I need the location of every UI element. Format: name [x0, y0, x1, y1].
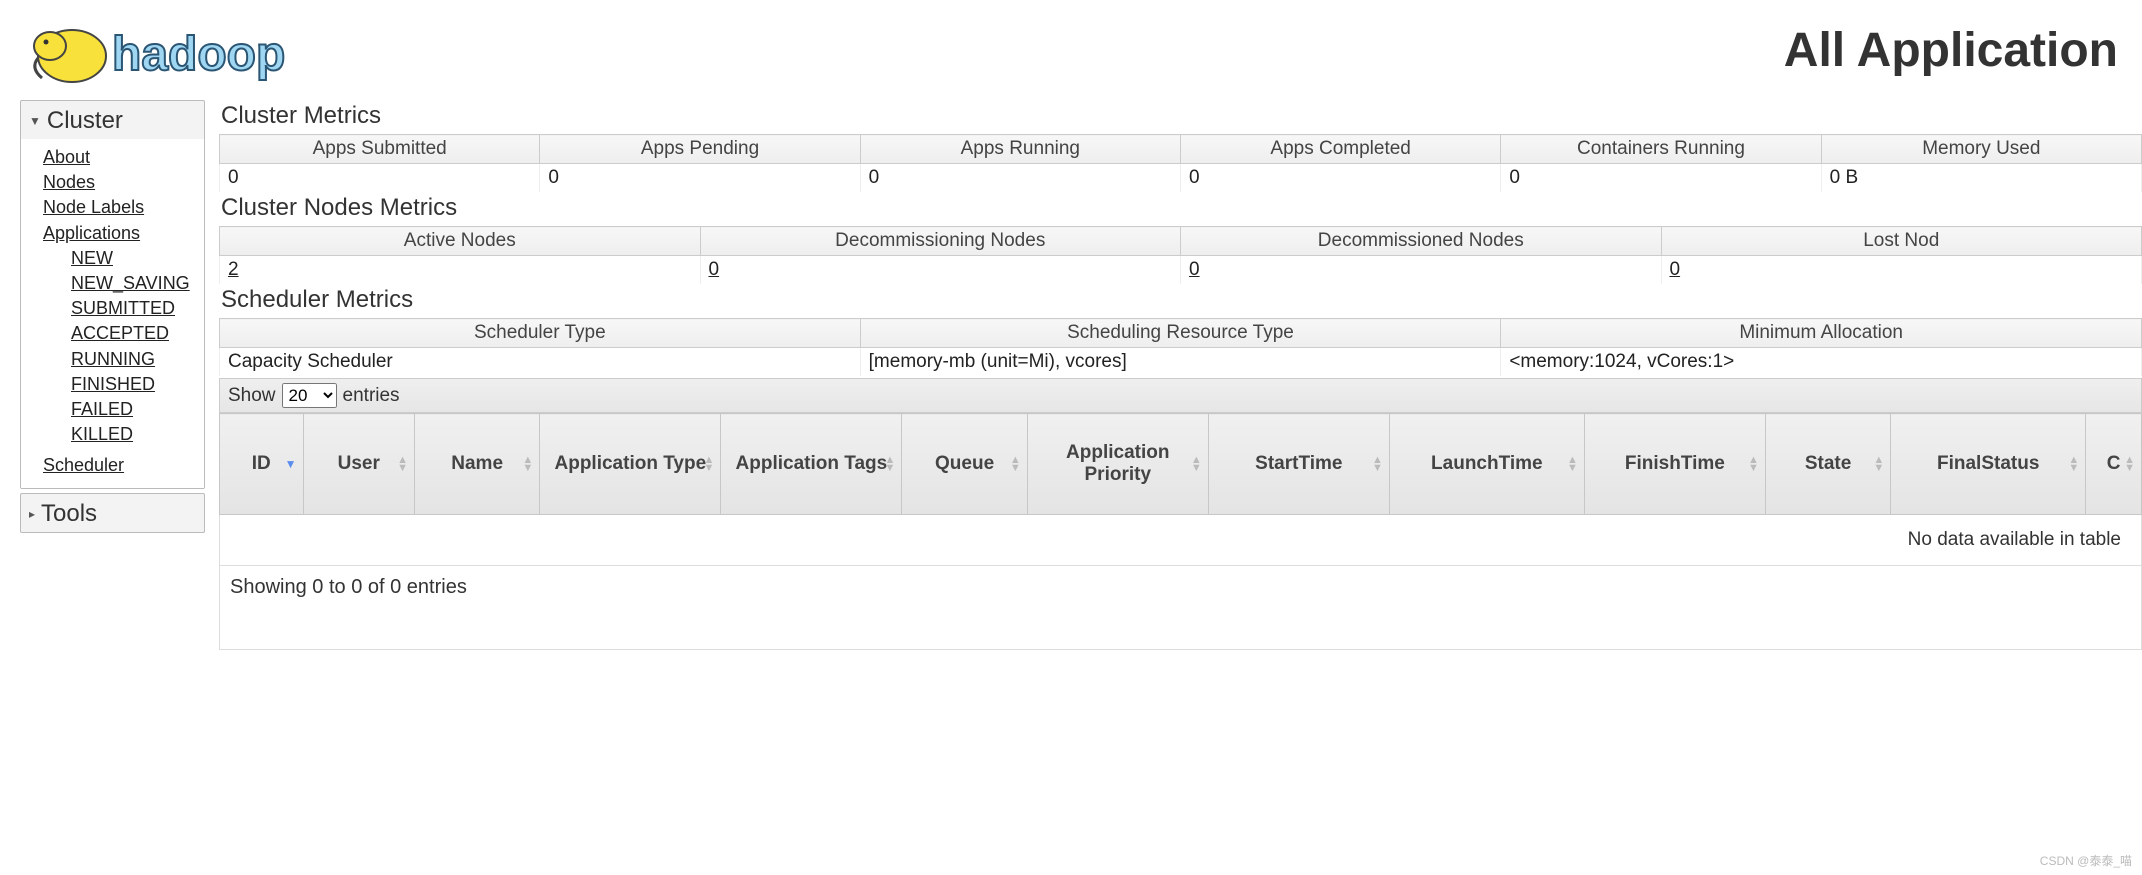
sort-both-icon: ▲▼	[1567, 456, 1578, 472]
sidebar-link-applications[interactable]: Applications	[43, 221, 204, 246]
metrics-col-header: Containers Running	[1501, 135, 1821, 164]
page-title: All Application	[350, 23, 2122, 78]
sidebar-link-nodes[interactable]: Nodes	[43, 170, 204, 195]
metrics-col-header: Apps Submitted	[220, 135, 540, 164]
dt-col-header[interactable]: Application Priority▲▼	[1027, 414, 1208, 515]
metrics-link[interactable]: 2	[228, 259, 239, 280]
metrics-col-header: Apps Pending	[540, 135, 860, 164]
dt-length-prefix: Show	[228, 385, 276, 407]
dt-col-header[interactable]: ID▼	[220, 414, 304, 515]
section-title-scheduler: Scheduler Metrics	[221, 286, 2142, 314]
sidebar-section-label: Tools	[41, 500, 97, 528]
sidebar-section-tools[interactable]: ▸ Tools	[21, 494, 204, 532]
metrics-col-header: Lost Nod	[1661, 227, 2142, 256]
sidebar-section-cluster[interactable]: ▼ Cluster	[21, 101, 204, 139]
sort-both-icon: ▲▼	[1873, 456, 1884, 472]
metrics-cell: 0	[1661, 256, 2142, 285]
sort-both-icon: ▲▼	[1010, 456, 1021, 472]
scheduler-metrics-table: Scheduler TypeScheduling Resource TypeMi…	[219, 318, 2142, 376]
dt-col-header[interactable]: C▲▼	[2086, 414, 2142, 515]
sidebar-link-appstate[interactable]: ACCEPTED	[71, 321, 204, 346]
sort-both-icon: ▲▼	[1748, 456, 1759, 472]
sidebar-link-node-labels[interactable]: Node Labels	[43, 195, 204, 220]
metrics-col-header: Decommissioned Nodes	[1181, 227, 1662, 256]
section-title-cluster-nodes: Cluster Nodes Metrics	[221, 194, 2142, 222]
dt-col-header[interactable]: LaunchTime▲▼	[1389, 414, 1584, 515]
hadoop-logo: hadoop	[20, 10, 350, 90]
svg-text:hadoop: hadoop	[112, 28, 285, 81]
metrics-cell: 0	[220, 164, 540, 193]
metrics-col-header: Active Nodes	[220, 227, 701, 256]
metrics-cell: 0 B	[1821, 164, 2141, 193]
caret-right-icon: ▸	[29, 507, 35, 521]
metrics-col-header: Memory Used	[1821, 135, 2141, 164]
sort-both-icon: ▲▼	[522, 456, 533, 472]
metrics-cell: [memory-mb (unit=Mi), vcores]	[860, 348, 1501, 377]
sort-both-icon: ▲▼	[2068, 456, 2079, 472]
metrics-link[interactable]: 0	[709, 259, 720, 280]
cluster-nodes-table: Active NodesDecommissioning NodesDecommi…	[219, 226, 2142, 284]
sidebar-link-appstate[interactable]: KILLED	[71, 422, 204, 447]
sidebar: ▼ Cluster About Nodes Node Labels Applic…	[20, 100, 205, 537]
metrics-col-header: Decommissioning Nodes	[700, 227, 1181, 256]
metrics-col-header: Scheduling Resource Type	[860, 319, 1501, 348]
sidebar-link-appstate[interactable]: NEW	[71, 246, 204, 271]
dt-length-suffix: entries	[343, 385, 400, 407]
sort-both-icon: ▲▼	[2124, 456, 2135, 472]
sort-both-icon: ▲▼	[397, 456, 408, 472]
section-title-cluster-metrics: Cluster Metrics	[221, 102, 2142, 130]
sort-both-icon: ▲▼	[1372, 456, 1383, 472]
sidebar-link-appstate[interactable]: FAILED	[71, 397, 204, 422]
sidebar-link-about[interactable]: About	[43, 145, 204, 170]
caret-down-icon: ▼	[29, 114, 41, 128]
dt-col-header[interactable]: Queue▲▼	[902, 414, 1027, 515]
metrics-cell: 0	[700, 256, 1181, 285]
sidebar-link-appstate[interactable]: RUNNING	[71, 347, 204, 372]
sort-both-icon: ▲▼	[885, 456, 896, 472]
sort-both-icon: ▲▼	[1191, 456, 1202, 472]
dt-length-select[interactable]: 102050100	[282, 383, 337, 408]
cluster-metrics-table: Apps SubmittedApps PendingApps RunningAp…	[219, 134, 2142, 192]
sidebar-section-label: Cluster	[47, 107, 123, 135]
sidebar-link-appstate[interactable]: NEW_SAVING	[71, 271, 204, 296]
sidebar-link-scheduler[interactable]: Scheduler	[43, 453, 204, 478]
dt-col-header[interactable]: User▲▼	[303, 414, 414, 515]
metrics-cell: <memory:1024, vCores:1>	[1501, 348, 2142, 377]
applications-table: ID▼User▲▼Name▲▼Application Type▲▼Applica…	[219, 413, 2142, 566]
dt-col-header[interactable]: Name▲▼	[414, 414, 539, 515]
dt-info: Showing 0 to 0 of 0 entries	[219, 566, 2142, 650]
watermark: CSDN @泰泰_喵	[2040, 852, 2132, 869]
dt-col-header[interactable]: Application Tags▲▼	[721, 414, 902, 515]
dt-col-header[interactable]: StartTime▲▼	[1208, 414, 1389, 515]
sidebar-link-appstate[interactable]: FINISHED	[71, 372, 204, 397]
metrics-cell: 0	[540, 164, 860, 193]
metrics-link[interactable]: 0	[1189, 259, 1200, 280]
metrics-col-header: Minimum Allocation	[1501, 319, 2142, 348]
metrics-col-header: Apps Completed	[1180, 135, 1500, 164]
metrics-cell: 0	[1180, 164, 1500, 193]
metrics-col-header: Scheduler Type	[220, 319, 861, 348]
dt-col-header[interactable]: State▲▼	[1765, 414, 1890, 515]
sort-both-icon: ▲▼	[703, 456, 714, 472]
metrics-cell: 2	[220, 256, 701, 285]
dt-col-header[interactable]: Application Type▲▼	[540, 414, 721, 515]
dt-col-header[interactable]: FinishTime▲▼	[1584, 414, 1765, 515]
metrics-col-header: Apps Running	[860, 135, 1180, 164]
metrics-cell: 0	[1501, 164, 1821, 193]
metrics-cell: 0	[860, 164, 1180, 193]
metrics-cell: Capacity Scheduler	[220, 348, 861, 377]
sort-desc-icon: ▼	[285, 457, 297, 471]
dt-empty-message: No data available in table	[220, 515, 2142, 566]
sidebar-link-appstate[interactable]: SUBMITTED	[71, 296, 204, 321]
dt-col-header[interactable]: FinalStatus▲▼	[1891, 414, 2086, 515]
metrics-cell: 0	[1181, 256, 1662, 285]
metrics-link[interactable]: 0	[1670, 259, 1681, 280]
